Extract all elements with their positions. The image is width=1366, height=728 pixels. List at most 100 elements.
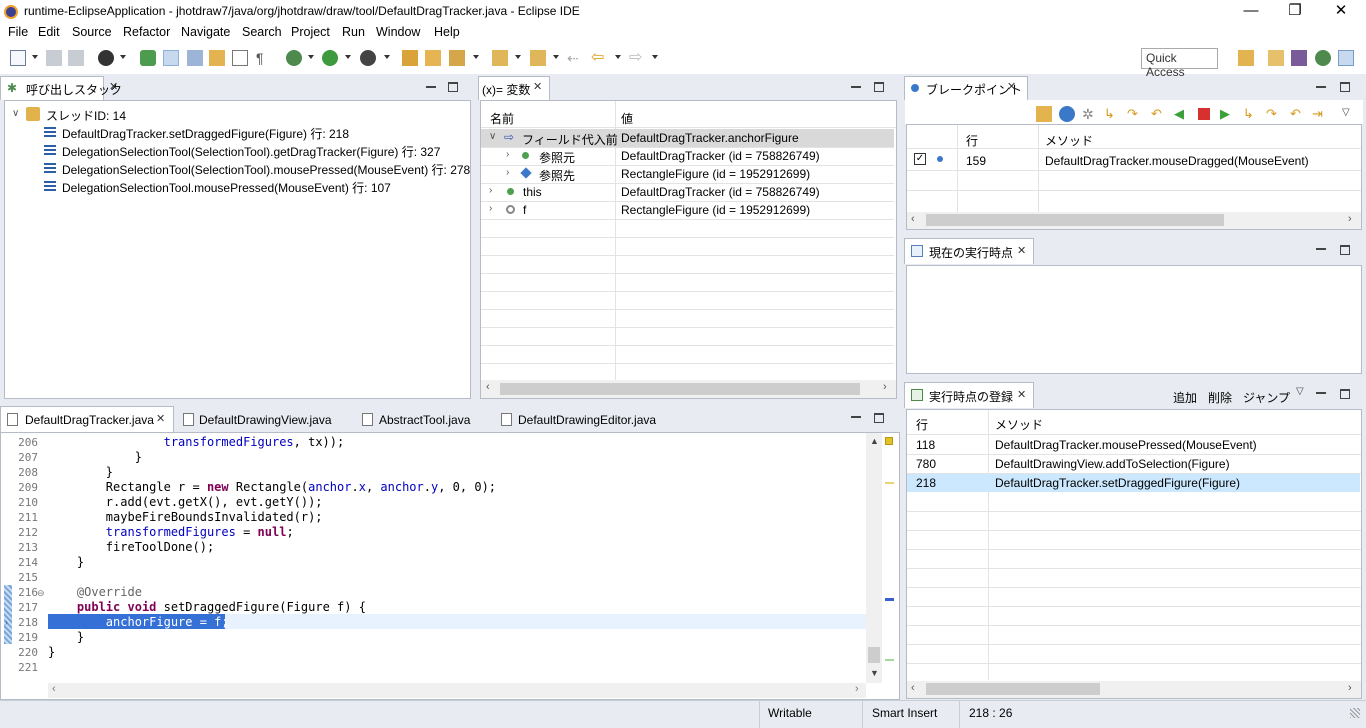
editor-vscrollbar[interactable] — [866, 433, 882, 683]
breakpoint-method[interactable]: DefaultDragTracker.mouseDragged(MouseEve… — [1045, 154, 1309, 168]
minimize-button[interactable]: — — [1228, 0, 1274, 24]
maximize-icon[interactable] — [1340, 389, 1350, 399]
chevron-right-icon[interactable]: › — [489, 185, 492, 196]
status-cursor-position[interactable]: 218 : 26 — [969, 706, 1012, 720]
external-tools-icon[interactable] — [360, 50, 376, 66]
menu-search[interactable]: Search — [242, 25, 282, 39]
drop-to-frame-icon[interactable]: ⇥ — [1312, 106, 1328, 122]
registered-method[interactable]: DefaultDragTracker.setDraggedFigure(Figu… — [995, 476, 1240, 490]
open-type-icon[interactable] — [402, 50, 418, 66]
last-edit-icon[interactable]: ⇠ — [567, 50, 583, 66]
toggle-breakpoint-icon[interactable] — [140, 50, 156, 66]
status-insert-mode[interactable]: Smart Insert — [872, 706, 937, 720]
variable-name[interactable]: 参照先 — [539, 167, 575, 184]
registered-method[interactable]: DefaultDrawingView.addToSelection(Figure… — [995, 457, 1230, 471]
delete-button[interactable]: 削除 — [1208, 389, 1232, 406]
scroll-right-icon[interactable]: › — [855, 683, 859, 695]
prev-edit-icon[interactable] — [530, 50, 546, 66]
minimize-icon[interactable] — [1316, 392, 1326, 394]
back-icon[interactable]: ⇦ — [591, 50, 607, 66]
close-tab-icon[interactable]: ✕ — [1017, 388, 1026, 401]
step-into-icon[interactable]: ↳ — [1104, 106, 1120, 122]
external-tools-dropdown-icon[interactable] — [384, 55, 390, 59]
editor-vscroll-thumb[interactable] — [868, 647, 880, 663]
search-tool-icon[interactable] — [449, 50, 465, 66]
breakpoints-hscroll-thumb[interactable] — [926, 214, 1224, 226]
chevron-right-icon[interactable]: › — [489, 203, 492, 214]
perspective-debug-icon[interactable] — [1315, 50, 1331, 66]
variable-value[interactable]: DefaultDragTracker (id = 758826749) — [621, 185, 820, 199]
close-tab-icon[interactable]: ✕ — [109, 80, 118, 93]
col-method-header[interactable]: メソッド — [995, 416, 1043, 433]
open-folder-icon[interactable] — [425, 50, 441, 66]
perspective-resource-icon[interactable] — [1268, 50, 1284, 66]
menu-navigate[interactable]: Navigate — [181, 25, 230, 39]
profile-dropdown-icon[interactable] — [120, 55, 126, 59]
save-icon[interactable] — [46, 50, 62, 66]
variables-hscroll-thumb[interactable] — [500, 383, 860, 395]
menu-run[interactable]: Run — [342, 25, 365, 39]
chevron-right-icon[interactable]: › — [506, 149, 509, 160]
scroll-down-icon[interactable]: ▼ — [870, 668, 879, 678]
debug-dropdown-icon[interactable] — [308, 55, 314, 59]
stack-frame[interactable]: DelegationSelectionTool(SelectionTool).g… — [62, 143, 440, 160]
forward-dropdown-icon[interactable] — [652, 55, 658, 59]
maximize-icon[interactable] — [448, 82, 458, 92]
editor-tab-label[interactable]: DefaultDrawingEditor.java — [518, 413, 656, 427]
menu-edit[interactable]: Edit — [38, 25, 60, 39]
breakpoint-line[interactable]: 159 — [966, 154, 986, 168]
perspective-java-icon[interactable] — [1291, 50, 1307, 66]
run-dropdown-icon[interactable] — [345, 55, 351, 59]
chevron-down-icon[interactable]: ∨ — [12, 108, 19, 119]
prev-edit-dropdown-icon[interactable] — [553, 55, 559, 59]
variable-value[interactable]: DefaultDragTracker.anchorFigure — [621, 131, 799, 145]
settings-icon[interactable]: ✲ — [1082, 106, 1098, 122]
step-over-2-icon[interactable]: ↷ — [1266, 106, 1282, 122]
variable-name[interactable]: this — [523, 185, 542, 199]
minimize-icon[interactable] — [1316, 86, 1326, 88]
scroll-left-icon[interactable]: ‹ — [911, 213, 915, 225]
resize-grip-icon[interactable] — [1350, 708, 1360, 718]
minimize-icon[interactable] — [851, 416, 861, 418]
mark-occurrences-icon[interactable] — [163, 50, 179, 66]
jump-button[interactable]: ジャンプ — [1243, 389, 1290, 406]
editor-hscrollbar[interactable] — [48, 683, 866, 698]
registered-line[interactable]: 218 — [916, 476, 936, 490]
chevron-down-icon[interactable]: ∨ — [489, 131, 496, 142]
scroll-up-icon[interactable]: ▲ — [870, 436, 879, 446]
scroll-right-icon[interactable]: › — [1348, 682, 1352, 694]
close-tab-icon[interactable]: ✕ — [1007, 80, 1016, 93]
quick-access-input[interactable]: Quick Access — [1141, 48, 1218, 79]
close-button[interactable]: ✕ — [1318, 0, 1364, 24]
debug-icon[interactable] — [286, 50, 302, 66]
perspective-custom-icon[interactable] — [1338, 50, 1354, 66]
code-editor[interactable] — [0, 432, 900, 700]
scroll-left-icon[interactable]: ‹ — [486, 381, 490, 393]
menu-file[interactable]: File — [8, 25, 28, 39]
resume-back-icon[interactable]: ◀ — [1174, 106, 1190, 122]
search-dropdown-icon[interactable] — [473, 55, 479, 59]
new-icon[interactable] — [10, 50, 26, 66]
close-tab-icon[interactable]: ✕ — [1017, 244, 1026, 257]
scroll-left-icon[interactable]: ‹ — [911, 682, 915, 694]
restore-button[interactable]: ❐ — [1272, 0, 1318, 24]
col-value-header[interactable]: 値 — [621, 110, 633, 127]
maximize-icon[interactable] — [874, 82, 884, 92]
maximize-icon[interactable] — [874, 413, 884, 423]
overview-marker[interactable] — [885, 659, 894, 661]
open-perspective-icon[interactable] — [1238, 50, 1254, 66]
chevron-right-icon[interactable]: › — [506, 167, 509, 178]
minimize-icon[interactable] — [426, 86, 436, 88]
view-menu-icon[interactable]: ▽ — [1296, 386, 1304, 397]
stack-frame[interactable]: DelegationSelectionTool(SelectionTool).m… — [62, 161, 470, 178]
variable-value[interactable]: RectangleFigure (id = 1952912699) — [621, 203, 810, 217]
scroll-right-icon[interactable]: › — [883, 381, 887, 393]
maximize-icon[interactable] — [1340, 245, 1350, 255]
next-edit-icon[interactable] — [492, 50, 508, 66]
overview-marker[interactable] — [885, 482, 894, 484]
step-into-2-icon[interactable]: ↳ — [1243, 106, 1259, 122]
scroll-right-icon[interactable]: › — [1348, 213, 1352, 225]
variable-name[interactable]: f — [523, 203, 526, 217]
save-all-icon[interactable] — [68, 50, 84, 66]
stack-frame[interactable]: DefaultDragTracker.setDraggedFigure(Figu… — [62, 125, 349, 142]
